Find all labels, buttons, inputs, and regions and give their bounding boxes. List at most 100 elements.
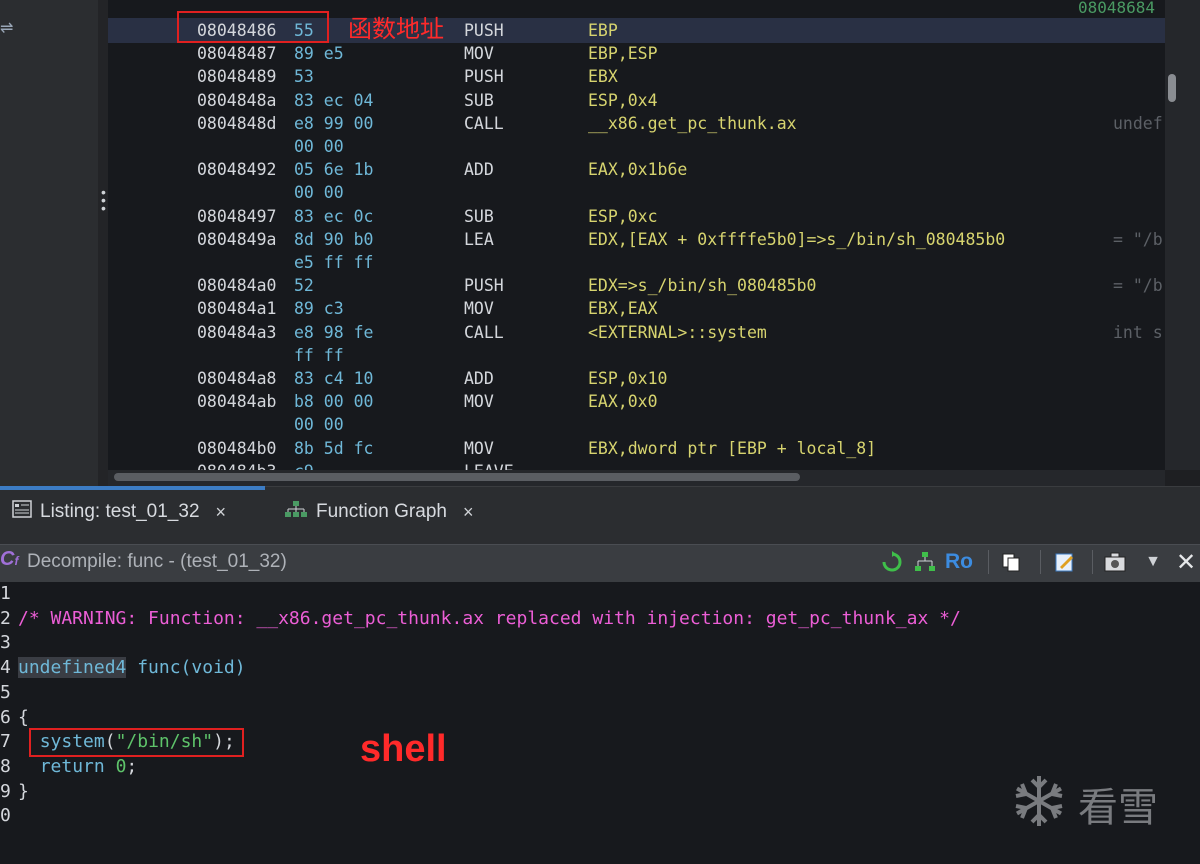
instruction-address: 08048489 — [197, 67, 277, 87]
listing-vertical-scrollbar[interactable] — [1165, 0, 1200, 470]
listing-vertical-scroll-thumb[interactable] — [1168, 74, 1176, 102]
graph-icon[interactable] — [912, 549, 938, 575]
code-text: } — [18, 779, 29, 804]
toolbar-separator — [988, 550, 989, 574]
snapshot-icon[interactable] — [1102, 549, 1128, 575]
shell-annotation: shell — [360, 728, 447, 770]
watermark: 看雪 — [1010, 772, 1158, 835]
snowflake-icon — [1010, 772, 1068, 835]
menu-dropdown-icon[interactable]: ▼ — [1142, 549, 1164, 575]
instruction-bytes: e5 ff ff — [294, 253, 374, 272]
instruction-operands[interactable]: EBP — [588, 19, 618, 42]
line-number: 6 — [0, 706, 11, 728]
instruction-bytes: 83 ec 04 — [294, 90, 374, 110]
code-token: { — [18, 706, 29, 728]
instruction-operands[interactable]: EDX=>s_/bin/sh_080485b0 — [588, 274, 816, 297]
close-icon[interactable]: × — [216, 502, 227, 523]
active-tab-indicator — [0, 486, 265, 490]
function-signature: func(void) — [126, 657, 246, 679]
line-number: 4 — [0, 657, 11, 679]
instruction-operands[interactable]: EBX,EAX — [588, 297, 658, 320]
instruction-operands[interactable]: EAX,0x1b6e — [588, 158, 687, 181]
line-number: 8 — [0, 755, 11, 777]
instruction-operands[interactable]: ESP,0xc — [588, 205, 658, 228]
instruction-mnemonic: CALL — [464, 322, 504, 342]
line-number: 1 — [0, 583, 11, 604]
instruction-comment: = "/b — [1113, 229, 1163, 249]
instruction-address: 080484b3 — [197, 460, 276, 470]
instruction-mnemonic: ADD — [464, 160, 494, 180]
instruction-bytes: e8 98 fe — [294, 322, 374, 342]
tab-function-graph-label: Function Graph — [316, 501, 447, 522]
watermark-text: 看雪 — [1078, 784, 1158, 831]
code-text: return 0; — [18, 754, 138, 779]
instruction-address: 0804848a — [197, 90, 277, 110]
copy-icon[interactable] — [998, 549, 1024, 575]
listing-margin — [98, 0, 108, 486]
instruction-bytes: 00 00 — [294, 183, 344, 203]
read-only-icon[interactable]: Ro — [944, 549, 974, 575]
instruction-mnemonic: MOV — [464, 392, 494, 412]
instruction-operands[interactable]: ESP,0x10 — [588, 367, 667, 390]
close-icon[interactable]: × — [463, 502, 474, 523]
instruction-bytes: 8b 5d fc — [294, 438, 374, 458]
func-address-highlight-box — [177, 11, 329, 43]
line-number: 3 — [0, 632, 11, 654]
instruction-address: 08048487 — [197, 44, 277, 64]
line-number: 0 — [0, 805, 11, 827]
tab-listing[interactable]: Listing: test_01_32 × — [12, 499, 226, 525]
cursor-arrow-icon: ⇌ — [0, 20, 14, 37]
instruction-operands[interactable]: <EXTERNAL>::system — [588, 321, 767, 344]
instruction-bytes: b8 00 00 — [294, 392, 374, 412]
code-text: undefined4 func(void) — [18, 655, 246, 680]
line-number: 9 — [0, 780, 11, 802]
function-graph-icon — [284, 500, 308, 524]
instruction-bytes: 8d 90 b0 — [294, 229, 374, 249]
listing-left-gutter: ⇌ — [0, 0, 99, 486]
instruction-address: 08048492 — [197, 160, 277, 180]
drag-handle-icon[interactable]: • • • — [101, 185, 107, 215]
instruction-operands[interactable]: EBP,ESP — [588, 42, 658, 65]
instruction-bytes: c9 — [294, 460, 314, 470]
instruction-operands[interactable]: EBX — [588, 65, 618, 88]
instruction-address: 080484b0 — [197, 438, 277, 458]
instruction-bytes: e8 99 00 — [294, 113, 374, 133]
instruction-mnemonic: SUB — [464, 90, 494, 110]
instruction-bytes: 89 c3 — [294, 299, 344, 319]
refresh-icon[interactable] — [880, 549, 904, 575]
instruction-address: 080484a8 — [197, 369, 277, 388]
instruction-operands[interactable]: EAX,0x0 — [588, 390, 658, 413]
return-value: 0 — [115, 755, 127, 777]
xref-address[interactable]: 08048684 — [1078, 0, 1155, 17]
instruction-comment: = "/b — [1113, 276, 1163, 296]
instruction-address: 080484a0 — [197, 276, 277, 296]
line-number: 5 — [0, 681, 11, 703]
toolbar-separator — [1092, 550, 1093, 574]
toolbar-separator — [1040, 550, 1041, 574]
system-call-highlight-box — [29, 728, 244, 757]
tab-function-graph[interactable]: Function Graph × — [284, 499, 473, 525]
instruction-bytes: 83 c4 10 — [294, 369, 374, 388]
listing-icon — [12, 500, 32, 524]
decompiler-icon: Cf — [0, 548, 19, 570]
instruction-operands[interactable]: ESP,0x4 — [588, 89, 658, 112]
code-punctuation: ; — [126, 755, 138, 777]
instruction-comment: int s — [1113, 322, 1163, 342]
instruction-operands[interactable]: __x86.get_pc_thunk.ax — [588, 112, 797, 135]
listing-horizontal-scroll-thumb[interactable] — [114, 473, 800, 481]
instruction-bytes: 89 e5 — [294, 44, 344, 64]
edit-icon[interactable] — [1052, 549, 1078, 575]
close-icon[interactable]: ✕ — [1174, 549, 1198, 576]
instruction-address: 0804849a — [197, 229, 277, 249]
instruction-comment: undef — [1113, 113, 1163, 133]
instruction-bytes: ff ff — [294, 345, 344, 365]
func-address-annotation: 函数地址 — [348, 15, 444, 43]
instruction-operands[interactable]: EBX,dword ptr [EBP + local_8] — [588, 437, 876, 460]
instruction-mnemonic: PUSH — [464, 67, 504, 87]
listing-panel: 08048684 08048486 55 PUSH EBP 08048487 89 e5 M… — [108, 0, 1165, 470]
instruction-mnemonic: MOV — [464, 438, 494, 458]
instruction-mnemonic: LEA — [464, 229, 494, 249]
instruction-bytes: 53 — [294, 67, 314, 87]
instruction-mnemonic: CALL — [464, 113, 504, 133]
instruction-operands[interactable]: EDX,[EAX + 0xffffe5b0]=>s_/bin/sh_080485… — [588, 228, 1005, 251]
